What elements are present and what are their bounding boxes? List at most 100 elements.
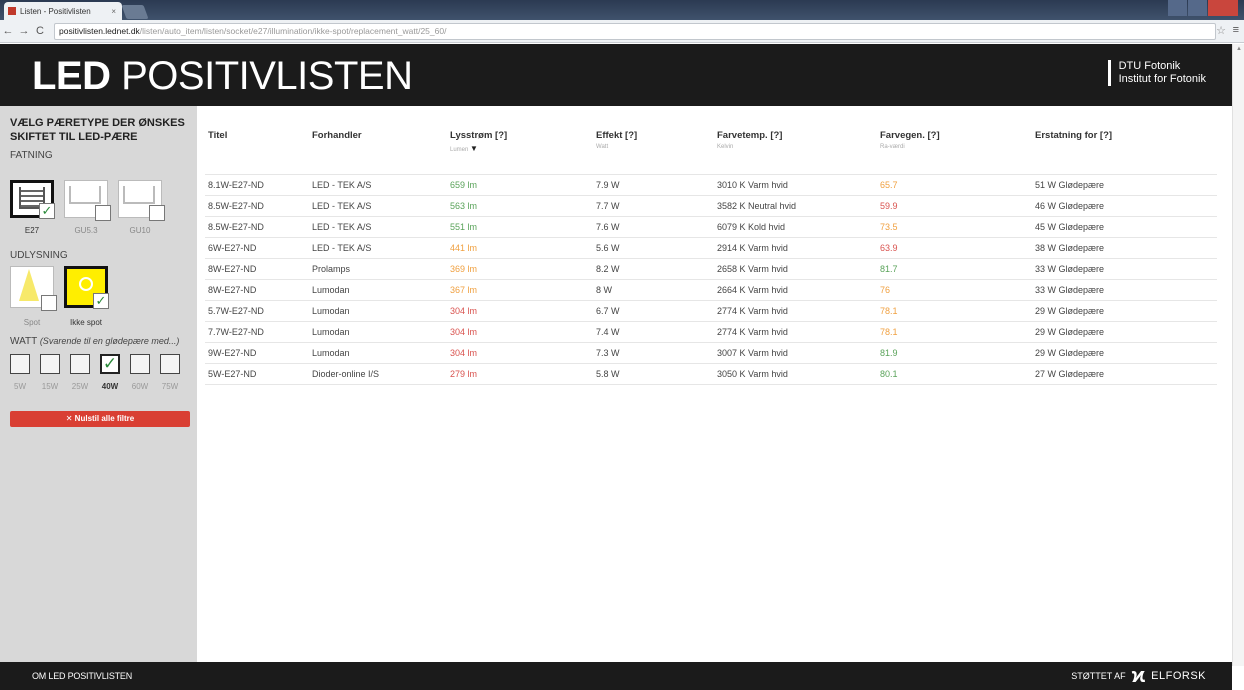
watt-60-checkbox[interactable]: [130, 354, 150, 374]
header-farvetemp[interactable]: Farvetemp. [?] Kelvin: [714, 130, 877, 174]
gu53-bulb-icon: [69, 186, 101, 204]
cell-erst: 29 W Glødepære: [1032, 341, 1217, 363]
table-row[interactable]: 9W-E27-ND Lumodan 304 lm 7.3 W 3007 K Varm h…: [205, 341, 1217, 363]
check-icon: ✓: [102, 354, 118, 373]
table-header-row: Titel Forhandler Lysstrøm [?] Lumen ▼ Eff…: [205, 130, 1217, 174]
cell-titel: 8W-E27-ND: [205, 278, 309, 300]
close-window-button[interactable]: [1207, 0, 1238, 16]
cell-ra: 78.1: [877, 299, 1032, 321]
header-forhandler[interactable]: Forhandler: [309, 130, 447, 174]
sponsor-block[interactable]: STØTTET AF ϰ ELFORSK: [1071, 666, 1206, 686]
header-unit-text: Ra-værdi: [880, 144, 905, 150]
cell-effekt: 7.3 W: [593, 341, 714, 363]
tab-close-icon[interactable]: ×: [111, 7, 116, 16]
ikke-spot-label: Ikke spot: [69, 318, 102, 327]
header-farvegengivelse[interactable]: Farvegen. [?] Ra-værdi: [877, 130, 1032, 174]
filter-sidebar: Vælg pæretype der ønskes skiftet til LED…: [0, 106, 197, 662]
scroll-up-icon[interactable]: ▲: [1236, 46, 1242, 52]
checkbox-empty: [149, 205, 165, 221]
header-effekt[interactable]: Effekt [?] Watt: [593, 130, 714, 174]
dtu-bar: [1107, 60, 1111, 86]
watt-75-checkbox[interactable]: [160, 354, 180, 374]
reset-filters-button[interactable]: ✕ Nulstil alle filtre: [10, 411, 190, 427]
check-icon: ✓: [93, 293, 109, 309]
dtu-logo[interactable]: DTU Fotonik Institut for Fotonik: [1107, 60, 1206, 86]
bookmark-star-icon[interactable]: ☆: [1216, 24, 1226, 37]
header-label: Farvegen. [?]: [880, 130, 940, 141]
spot-tile[interactable]: [10, 266, 57, 311]
socket-e27-label: E27: [24, 226, 40, 235]
header-titel[interactable]: Titel: [205, 130, 309, 174]
cell-forhandler: Lumodan: [309, 278, 447, 300]
cell-lys: 551 lm: [447, 215, 593, 237]
page-scrollbar[interactable]: ▲: [1232, 44, 1244, 666]
socket-gu10-label: GU10: [129, 226, 151, 235]
header-lysstroem[interactable]: Lysstrøm [?] Lumen ▼: [447, 130, 593, 174]
maximize-button[interactable]: [1187, 0, 1207, 16]
site-logo[interactable]: LED POSITIVLISTEN: [32, 54, 413, 98]
cell-erst: 29 W Glødepære: [1032, 320, 1217, 342]
ikke-spot-tile[interactable]: ✓: [64, 266, 109, 309]
watt-15-checkbox[interactable]: [40, 354, 60, 374]
cell-lys: 367 lm: [447, 278, 593, 300]
address-bar[interactable]: positivlisten.lednet.dk/listen/auto_item…: [54, 22, 1216, 40]
cell-effekt: 5.6 W: [593, 236, 714, 258]
header-unit-text: Kelvin: [717, 144, 734, 150]
socket-gu10-tile[interactable]: [118, 180, 165, 221]
sort-desc-icon[interactable]: ▼: [470, 144, 478, 153]
favicon-icon: [8, 7, 16, 15]
cell-ra: 76: [877, 278, 1032, 300]
browser-menu-icon[interactable]: ≡: [1233, 24, 1239, 36]
checkbox-empty: [95, 205, 111, 221]
logo-rest: POSITIVLISTEN: [110, 54, 413, 98]
watt-40-checkbox[interactable]: ✓: [100, 354, 120, 374]
cell-erst: 45 W Glødepære: [1032, 215, 1217, 237]
cell-temp: 3050 K Varm hvid: [714, 362, 877, 385]
url-path: /listen/auto_item/listen/socket/e27/illu…: [139, 26, 447, 36]
browser-tab[interactable]: Listen - Positivlisten ×: [4, 2, 122, 20]
dtu-line1: DTU Fotonik: [1118, 60, 1181, 72]
header-label: Forhandler: [312, 130, 362, 141]
cell-temp: 3010 K Varm hvid: [714, 173, 877, 195]
cell-lys: 304 lm: [447, 341, 593, 363]
socket-gu53-label: GU5.3: [74, 226, 98, 235]
new-tab-button[interactable]: [121, 5, 149, 19]
cell-effekt: 7.7 W: [593, 194, 714, 216]
cell-titel: 8.1W-E27-ND: [205, 173, 309, 195]
table-row[interactable]: 6W-E27-ND LED - TEK A/S 441 lm 5.6 W 2914 K …: [205, 236, 1217, 258]
header-label: Erstatning for [?]: [1035, 130, 1113, 141]
header-erstatning[interactable]: Erstatning for [?]: [1032, 130, 1217, 174]
table-row[interactable]: 8.1W-E27-ND LED - TEK A/S 659 lm 7.9 W 3010 …: [205, 173, 1217, 195]
table-row[interactable]: 8W-E27-ND Prolamps 369 lm 8.2 W 2658 K Varm …: [205, 257, 1217, 279]
cell-temp: 2914 K Varm hvid: [714, 236, 877, 258]
reload-icon[interactable]: C: [32, 25, 48, 37]
bulb-light-icon: [79, 277, 93, 291]
forward-arrow-icon[interactable]: →: [16, 25, 32, 37]
socket-gu53-tile[interactable]: [64, 180, 111, 221]
table-row[interactable]: 8.5W-E27-ND LED - TEK A/S 551 lm 7.6 W 6079 …: [205, 215, 1217, 237]
window-controls: [1168, 0, 1238, 16]
minimize-button[interactable]: [1168, 0, 1187, 16]
watt-5-label: 5W: [14, 382, 26, 391]
back-arrow-icon[interactable]: ←: [0, 25, 16, 37]
watt-75-label: 75W: [161, 382, 179, 391]
cell-erst: 27 W Glødepære: [1032, 362, 1217, 385]
cell-lys: 563 lm: [447, 194, 593, 216]
cell-ra: 59.9: [877, 194, 1032, 216]
watt-5-checkbox[interactable]: [10, 354, 30, 374]
results-table: Titel Forhandler Lysstrøm [?] Lumen ▼ Eff…: [205, 130, 1217, 385]
table-row[interactable]: 8.5W-E27-ND LED - TEK A/S 563 lm 7.7 W 3582 …: [205, 194, 1217, 216]
table-row[interactable]: 5W-E27-ND Dioder-online I/S 279 lm 5.8 W 305…: [205, 362, 1217, 385]
cell-effekt: 7.9 W: [593, 173, 714, 195]
watt-25-checkbox[interactable]: [70, 354, 90, 374]
table-row[interactable]: 7.7W-E27-ND Lumodan 304 lm 7.4 W 2774 K Varm…: [205, 320, 1217, 342]
about-link[interactable]: OM LED POSITIVLISTEN: [32, 671, 132, 681]
table-row[interactable]: 5.7W-E27-ND Lumodan 304 lm 6.7 W 2774 K Varm…: [205, 299, 1217, 321]
cell-lys: 659 lm: [447, 173, 593, 195]
socket-e27-tile[interactable]: ✓: [10, 180, 55, 219]
browser-tabbar: Listen - Positivlisten ×: [0, 0, 1244, 20]
site-header: LED POSITIVLISTEN DTU Fotonik Institut f…: [0, 44, 1232, 106]
table-row[interactable]: 8W-E27-ND Lumodan 367 lm 8 W 2664 K Varm hvi…: [205, 278, 1217, 300]
cell-titel: 7.7W-E27-ND: [205, 320, 309, 342]
cell-effekt: 8 W: [593, 278, 714, 300]
